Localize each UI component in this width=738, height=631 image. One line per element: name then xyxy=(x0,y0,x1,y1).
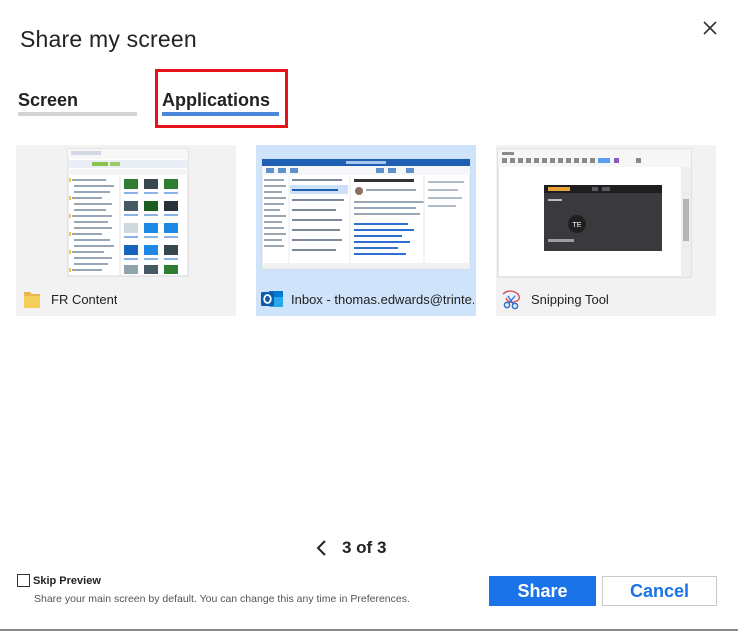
app-card-snipping-tool[interactable]: TE Snipping Tool xyxy=(496,145,716,316)
close-button[interactable] xyxy=(698,16,722,40)
page-count: 3 of 3 xyxy=(342,538,387,557)
cancel-button[interactable]: Cancel xyxy=(602,576,717,606)
folder-icon xyxy=(24,292,40,308)
app-card-outlook-inbox[interactable]: Inbox - thomas.edwards@trinte... xyxy=(256,145,476,316)
tab-applications[interactable]: Applications xyxy=(162,90,279,116)
skip-preview-description: Share your main screen by default. You c… xyxy=(34,593,410,605)
close-icon xyxy=(703,21,717,35)
tab-screen-underline xyxy=(18,112,137,116)
share-screen-dialog: Share my screen Screen Applications FR C… xyxy=(0,0,738,631)
file-explorer-preview xyxy=(67,148,189,277)
tab-screen-label: Screen xyxy=(18,90,79,110)
snipping-tool-preview: TE xyxy=(497,148,692,278)
tab-applications-label: Applications xyxy=(162,90,271,110)
tab-screen[interactable]: Screen xyxy=(18,90,137,116)
skip-preview-checkbox[interactable] xyxy=(17,574,30,587)
skip-preview-option[interactable]: Skip Preview xyxy=(17,574,101,587)
outlook-icon xyxy=(261,291,283,307)
app-card-label-row: Inbox - thomas.edwards@trinte... xyxy=(260,288,474,310)
chevron-left-icon[interactable] xyxy=(314,538,330,558)
app-card-label: Snipping Tool xyxy=(531,291,609,307)
app-card-label: Inbox - thomas.edwards@trinte... xyxy=(291,291,474,307)
dialog-title: Share my screen xyxy=(20,26,197,52)
outlook-preview xyxy=(261,158,471,270)
skip-preview-label: Skip Preview xyxy=(33,574,101,587)
app-card-fr-content[interactable]: FR Content xyxy=(16,145,236,316)
share-button[interactable]: Share xyxy=(489,576,596,606)
app-card-label-row: FR Content xyxy=(20,288,234,310)
pagination: 3 of 3 xyxy=(314,538,386,558)
snipping-tool-icon xyxy=(502,290,520,310)
app-card-label-row: Snipping Tool xyxy=(500,288,714,310)
preview-avatar-initials: TE xyxy=(573,222,582,229)
tab-applications-underline xyxy=(162,112,279,116)
app-card-label: FR Content xyxy=(51,291,118,307)
